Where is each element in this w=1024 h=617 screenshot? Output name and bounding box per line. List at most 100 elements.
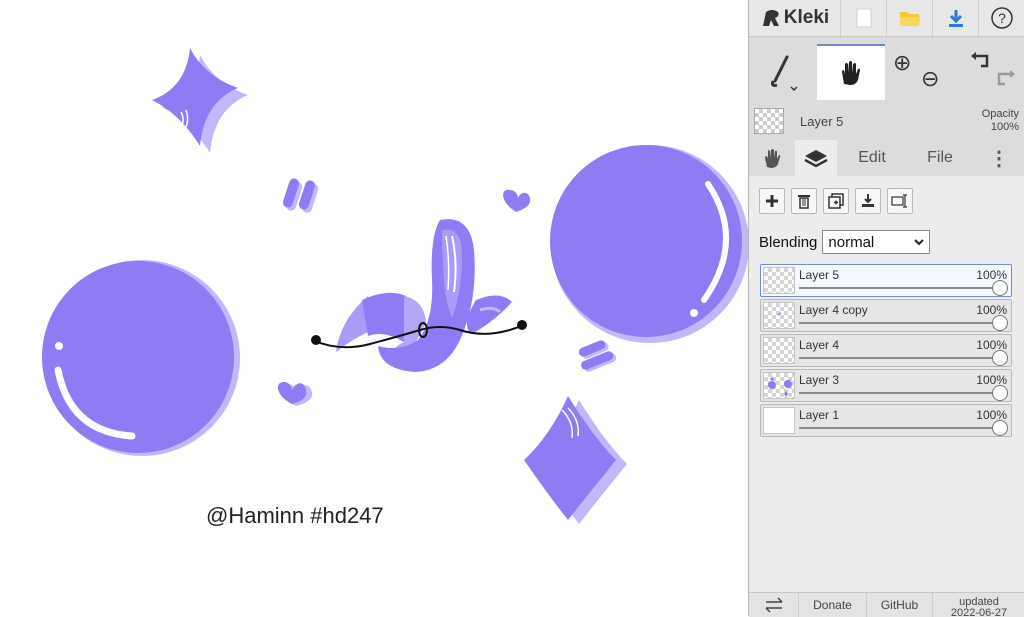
kleki-logo-icon — [762, 10, 779, 26]
layer-opacity-knob[interactable] — [992, 385, 1008, 401]
swap-sides-button[interactable] — [749, 593, 799, 617]
duplicate-icon — [828, 193, 844, 209]
layer-thumbnail — [763, 302, 795, 329]
trash-icon — [798, 195, 810, 209]
add-layer-button[interactable] — [759, 188, 785, 214]
layer-name: Layer 3 — [799, 373, 840, 387]
tab-hand[interactable] — [749, 140, 795, 176]
hand-icon — [842, 61, 860, 85]
zoom-controls: ⊕ ⊖ — [885, 44, 955, 100]
layer-opacity-knob[interactable] — [992, 350, 1008, 366]
layer-name: Layer 1 — [799, 408, 840, 422]
bottom-bar: Donate GitHub updated 2022-06-27 — [749, 592, 1024, 617]
tool-row: ⊕ ⊖ — [749, 44, 1024, 100]
rename-icon — [891, 194, 907, 208]
sparkle-top-left — [152, 48, 248, 153]
signature-text: @Haminn #hd247 — [206, 503, 384, 528]
blending-value: normal — [828, 233, 875, 251]
help-button[interactable]: ? — [979, 0, 1024, 36]
layer-actions — [759, 188, 913, 214]
new-image-button[interactable] — [841, 0, 887, 36]
tab-edit[interactable]: Edit — [837, 140, 907, 176]
chevron-down-icon — [790, 86, 798, 92]
swap-icon — [764, 597, 783, 613]
top-toolbar: Kleki ? — [749, 0, 1024, 37]
layer-name: Layer 5 — [799, 268, 840, 282]
layer-name: Layer 4 copy — [799, 303, 868, 317]
layer-opacity-knob[interactable] — [992, 420, 1008, 436]
current-layer-opacity[interactable]: Opacity 100% — [982, 108, 1019, 134]
heart-small-top — [503, 189, 531, 212]
blending-select[interactable]: normal — [822, 230, 931, 254]
dashes-upper — [282, 178, 319, 213]
hand-icon — [765, 149, 781, 168]
layers-panel: Blending normal Layer 5 100% Layer 4 cop… — [749, 176, 1024, 592]
left-bubble — [42, 260, 240, 456]
right-bubble — [550, 145, 748, 343]
svg-text:?: ? — [998, 10, 1006, 26]
layers-icon — [804, 150, 828, 168]
brush-icon — [771, 55, 798, 92]
folder-icon — [899, 12, 920, 26]
undo-redo-controls — [955, 44, 1024, 100]
opacity-value: 100% — [990, 121, 1019, 133]
layer-thumbnail — [763, 337, 795, 364]
github-link[interactable]: GitHub — [867, 593, 933, 617]
sparkle-bottom-right — [524, 396, 627, 524]
layer-row[interactable]: Layer 5 100% — [760, 264, 1012, 297]
hand-tool-button[interactable] — [817, 44, 885, 100]
kleki-logo[interactable]: Kleki — [749, 0, 841, 36]
download-icon — [948, 10, 963, 27]
zoom-out-button[interactable]: ⊖ — [921, 66, 939, 92]
layer-thumbnail — [763, 407, 795, 434]
tab-file[interactable]: File — [907, 140, 973, 176]
chevron-down-icon — [914, 239, 925, 246]
layer-thumbnail — [763, 267, 795, 294]
heart-small-left — [277, 382, 313, 406]
zoom-in-button[interactable]: ⊕ — [893, 50, 911, 76]
drawing-canvas[interactable]: @Haminn #hd247 — [0, 0, 748, 616]
layer-thumbnail — [763, 372, 795, 399]
brush-tool-button[interactable] — [749, 44, 817, 100]
tab-layers[interactable] — [795, 140, 837, 176]
layer-opacity-slider[interactable] — [799, 322, 999, 324]
opacity-label: Opacity — [981, 108, 1019, 120]
layer-opacity-slider[interactable] — [799, 287, 999, 289]
layer-row[interactable]: Layer 4 copy 100% — [760, 299, 1012, 332]
current-layer-thumbnail — [754, 108, 784, 134]
panel-tabs: Edit File ⋮ — [749, 140, 1024, 176]
blending-label: Blending — [759, 233, 818, 251]
layer-opacity-knob[interactable] — [992, 280, 1008, 296]
plus-icon — [766, 195, 778, 207]
new-file-icon — [856, 8, 871, 28]
rename-layer-button[interactable] — [887, 188, 913, 214]
layer-name: Layer 4 — [799, 338, 840, 352]
layer-opacity-slider[interactable] — [799, 392, 999, 394]
donate-link[interactable]: Donate — [799, 593, 867, 617]
layer-row[interactable]: Layer 1 100% — [760, 404, 1012, 437]
delete-layer-button[interactable] — [791, 188, 817, 214]
sidebar: Kleki ? ⊕ ⊖ Layer 5 Opacity 100% Edit Fi… — [748, 0, 1024, 617]
layer-opacity-slider[interactable] — [799, 357, 999, 359]
app-name: Kleki — [783, 7, 830, 28]
merge-layer-button[interactable] — [855, 188, 881, 214]
download-button[interactable] — [933, 0, 979, 36]
open-file-button[interactable] — [887, 0, 933, 36]
merge-down-icon — [862, 194, 874, 207]
layer-opacity-slider[interactable] — [799, 427, 999, 429]
current-layer-name: Layer 5 — [800, 114, 844, 129]
blending-control: Blending normal — [759, 230, 931, 254]
layer-opacity-knob[interactable] — [992, 315, 1008, 331]
layer-row[interactable]: Layer 4 100% — [760, 334, 1012, 367]
dashes-lower — [578, 340, 617, 372]
layer-row[interactable]: Layer 3 100% — [760, 369, 1012, 402]
updated-info[interactable]: updated 2022-06-27 — [933, 593, 1024, 617]
current-layer-row: Layer 5 Opacity 100% — [749, 104, 1024, 140]
undo-icon[interactable] — [969, 52, 993, 72]
layer-list: Layer 5 100% Layer 4 copy 100% Layer 4 1… — [760, 264, 1012, 439]
redo-icon[interactable] — [993, 70, 1017, 90]
center-ribbon — [336, 219, 512, 372]
duplicate-layer-button[interactable] — [823, 188, 849, 214]
more-menu-button[interactable]: ⋮ — [973, 140, 1024, 176]
help-icon: ? — [991, 7, 1013, 29]
